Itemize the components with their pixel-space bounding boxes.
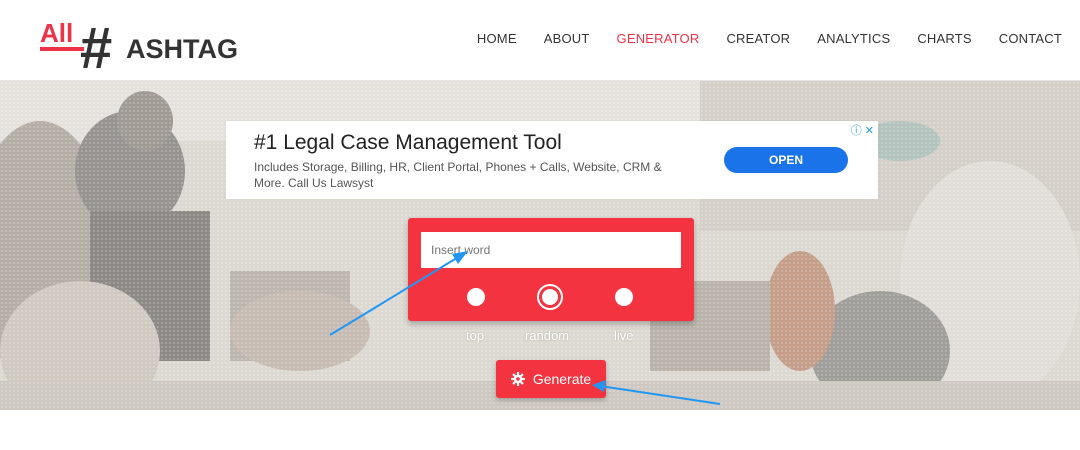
main-nav: HOME ABOUT GENERATOR CREATOR ANALYTICS C… bbox=[477, 31, 1062, 46]
nav-contact[interactable]: CONTACT bbox=[999, 31, 1062, 46]
ad-description: Includes Storage, Billing, HR, Client Po… bbox=[254, 160, 662, 190]
logo-rest-text: ASHTAG bbox=[126, 34, 238, 64]
radio-label-top: top bbox=[466, 328, 485, 343]
ad-controls: ⓘ ✕ bbox=[848, 122, 874, 138]
radio-live[interactable] bbox=[615, 288, 633, 306]
generate-button-label: Generate bbox=[532, 371, 592, 387]
generate-button[interactable]: Generate bbox=[496, 360, 606, 398]
radio-label-random: random bbox=[525, 328, 570, 343]
generator-panel bbox=[408, 218, 694, 321]
logo-hash: # bbox=[80, 16, 112, 74]
gear-icon bbox=[510, 372, 525, 386]
nav-home[interactable]: HOME bbox=[477, 31, 517, 46]
nav-charts[interactable]: CHARTS bbox=[917, 31, 971, 46]
ad-title[interactable]: #1 Legal Case Management Tool bbox=[254, 131, 562, 155]
site-header: All # ASHTAG HOME ABOUT GENERATOR CREATO… bbox=[0, 0, 1080, 81]
nav-about[interactable]: ABOUT bbox=[544, 31, 590, 46]
word-input[interactable] bbox=[421, 232, 681, 268]
radio-random[interactable] bbox=[537, 284, 563, 310]
radio-top[interactable] bbox=[467, 288, 485, 306]
nav-generator[interactable]: GENERATOR bbox=[617, 31, 700, 46]
nav-analytics[interactable]: ANALYTICS bbox=[817, 31, 890, 46]
allhashtag-logo[interactable]: All # ASHTAG bbox=[40, 14, 260, 74]
ad-banner[interactable]: #1 Legal Case Management Tool Includes S… bbox=[226, 121, 878, 199]
nav-creator[interactable]: CREATOR bbox=[726, 31, 790, 46]
ad-open-button[interactable]: OPEN bbox=[724, 147, 848, 173]
adchoices-icon[interactable]: ⓘ bbox=[851, 125, 862, 137]
logo-all-text: All bbox=[40, 18, 73, 48]
close-icon[interactable]: ✕ bbox=[865, 125, 874, 137]
radio-label-live: live bbox=[614, 328, 634, 343]
